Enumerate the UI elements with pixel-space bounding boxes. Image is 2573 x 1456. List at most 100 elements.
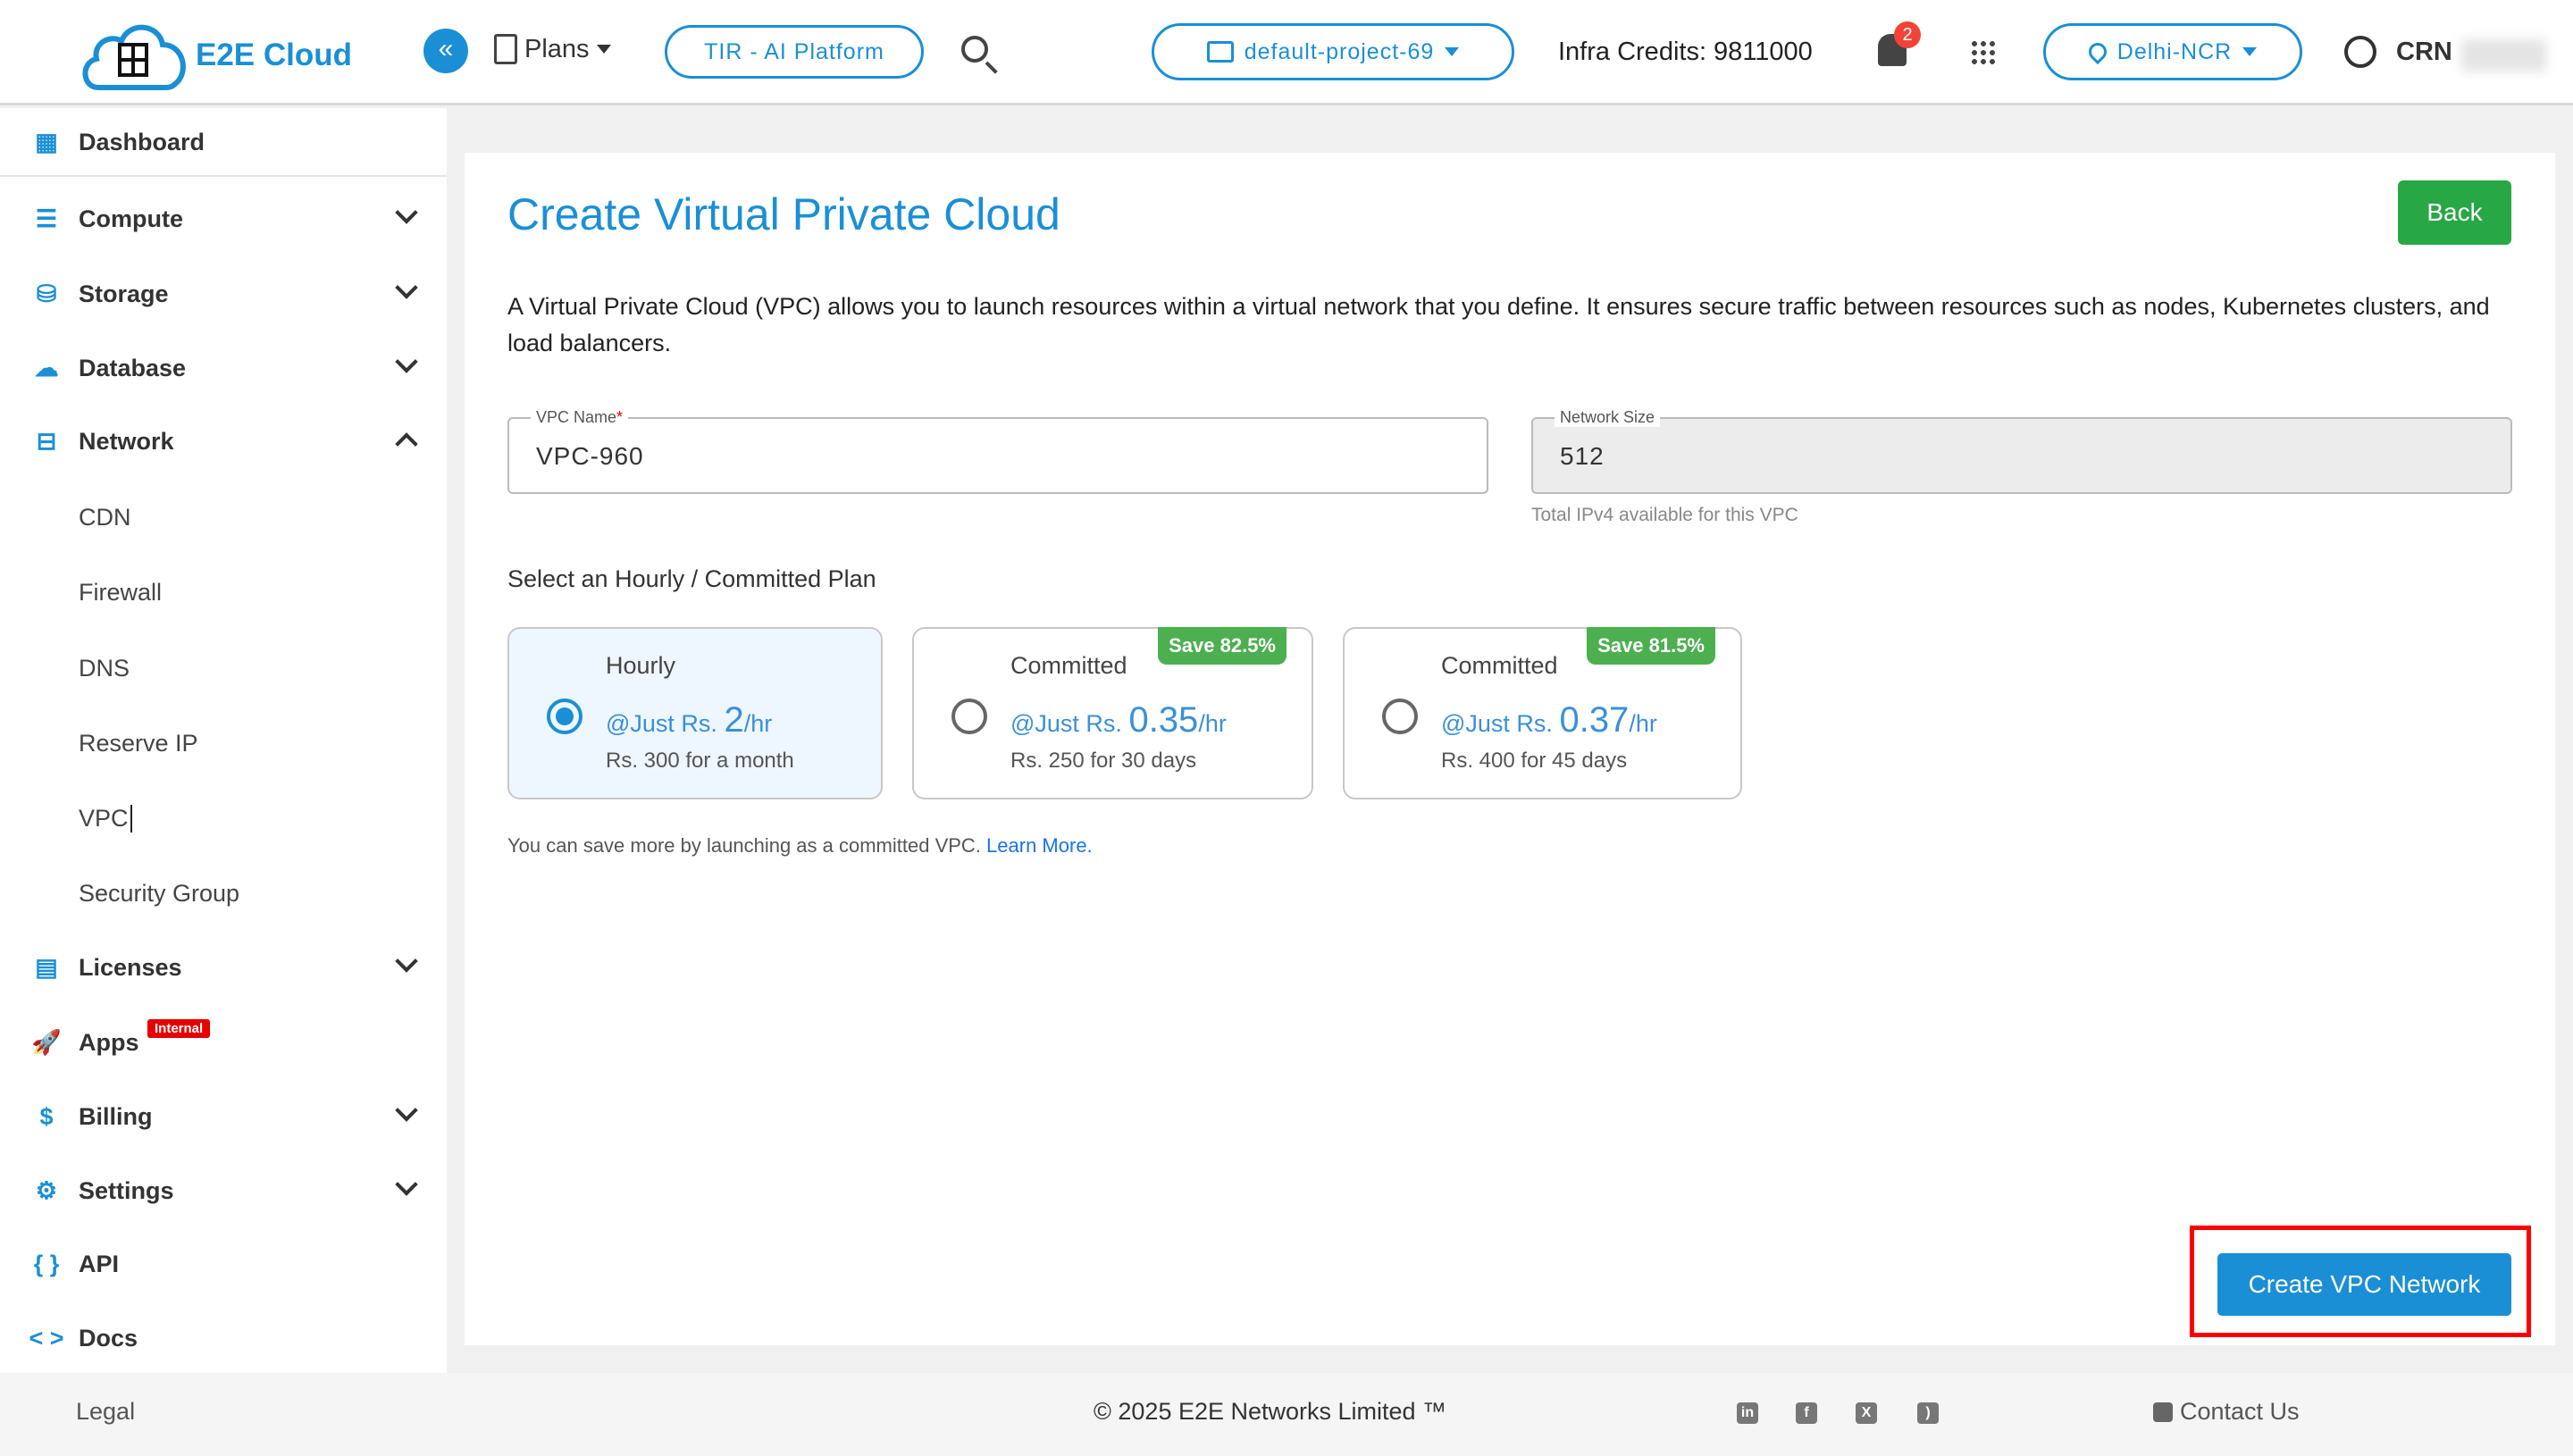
sidebar-item-storage[interactable]: ⛁ Storage (0, 260, 447, 328)
learn-more-link[interactable]: Learn More. (986, 834, 1093, 857)
plan-price: @Just Rs. 2/hr (606, 700, 773, 740)
sidebar-item-compute[interactable]: ☰ Compute (0, 185, 447, 253)
chevron-down-icon (395, 350, 418, 373)
project-name: default-project-69 (1244, 38, 1435, 64)
user-label[interactable]: CRN (2396, 38, 2452, 67)
plan-title: Committed (1441, 652, 1558, 679)
chevron-down-icon (395, 276, 418, 299)
sidebar-subitem-reserve-ip[interactable]: Reserve IP (0, 709, 447, 777)
radio-unselected[interactable] (951, 699, 987, 734)
brand-logo[interactable] (79, 18, 190, 91)
chevron-down-icon (395, 950, 418, 973)
receipt-icon (494, 34, 517, 64)
region-name: Delhi-NCR (2116, 38, 2233, 64)
x-twitter-icon[interactable]: X (1856, 1402, 1877, 1424)
chevron-down-icon (395, 201, 418, 224)
phone-icon (2153, 1402, 2173, 1422)
caret-down-icon (2242, 47, 2258, 56)
sidebar-label: Storage (79, 280, 169, 307)
apps-grid-icon[interactable] (1970, 39, 1997, 66)
caret-down-icon (596, 45, 611, 54)
sidebar-subitem-dns[interactable]: DNS (0, 634, 447, 702)
network-size-field: Network Size 512 (1531, 408, 2512, 494)
sidebar-item-network[interactable]: ⊟ Network (0, 407, 447, 475)
sidebar-item-licenses[interactable]: ▤ Licenses (0, 933, 447, 1001)
create-vpc-network-button[interactable]: Create VPC Network (2217, 1253, 2511, 1316)
save-badge: Save 82.5% (1158, 627, 1286, 665)
sidebar-item-database[interactable]: ☁ Database (0, 334, 447, 402)
contact-us-link[interactable]: Contact Us (2153, 1398, 2300, 1426)
code-icon: < > (29, 1324, 64, 1351)
braces-icon: { } (33, 1250, 60, 1277)
licenses-icon: ▤ (35, 953, 58, 981)
billing-icon: $ (39, 1102, 54, 1130)
network-size-label: Network Size (1555, 408, 1661, 427)
plan-title: Hourly (606, 652, 676, 679)
sidebar-subitem-firewall[interactable]: Firewall (0, 558, 447, 626)
location-pin-icon (2084, 38, 2110, 65)
plan-card-hourly[interactable]: Hourly @Just Rs. 2/hr Rs. 300 for a mont… (507, 627, 883, 799)
rocket-icon: 🚀 (31, 1029, 62, 1056)
sidebar-label: Settings (79, 1176, 174, 1204)
chevron-down-icon (395, 1099, 418, 1122)
radio-selected[interactable] (547, 699, 582, 734)
sidebar-subitem-vpc[interactable]: VPC (0, 784, 447, 852)
plan-price: @Just Rs. 0.37/hr (1441, 700, 1657, 740)
sidebar-label: Compute (79, 205, 183, 232)
database-icon: ☁ (34, 354, 59, 381)
search-icon[interactable] (961, 36, 998, 74)
redacted-user-id (2461, 39, 2546, 71)
caret-down-icon (1445, 47, 1460, 56)
contact-us-label: Contact Us (2180, 1398, 2300, 1425)
plans-label: Plans (524, 34, 590, 63)
note-text: You can save more by launching as a comm… (507, 834, 981, 857)
plan-heading: Select an Hourly / Committed Plan (507, 565, 876, 592)
sidebar-item-dashboard[interactable]: ▦ Dashboard (0, 109, 447, 177)
plan-card-committed-30[interactable]: Save 82.5% Committed @Just Rs. 0.35/hr R… (912, 627, 1313, 799)
sidebar-label: Docs (79, 1324, 138, 1351)
sidebar-item-apps[interactable]: 🚀 Apps Internal (0, 1008, 447, 1076)
tir-platform-button[interactable]: TIR - AI Platform (665, 25, 924, 79)
save-badge: Save 81.5% (1587, 627, 1715, 665)
plans-menu[interactable]: Plans (494, 34, 611, 64)
brand-name: E2E Cloud (196, 38, 353, 72)
sidebar-label: Reserve IP (79, 729, 198, 757)
page-description: A Virtual Private Cloud (VPC) allows you… (507, 293, 2490, 356)
internal-badge: Internal (147, 1019, 211, 1038)
sidebar-subitem-cdn[interactable]: CDN (0, 483, 447, 551)
sidebar-subitem-security-group[interactable]: Security Group (0, 859, 447, 927)
facebook-icon[interactable]: f (1796, 1402, 1817, 1424)
network-icon: ⊟ (36, 427, 57, 455)
linkedin-icon[interactable]: in (1737, 1402, 1758, 1424)
user-account-icon[interactable] (2344, 36, 2376, 68)
sidebar-item-docs[interactable]: < > Docs (0, 1304, 447, 1372)
legal-link[interactable]: Legal (76, 1398, 135, 1426)
storage-icon: ⛁ (36, 280, 57, 307)
sidebar-label: Database (79, 354, 187, 381)
sidebar: ▦ Dashboard ☰ Compute ⛁ Storage ☁ Database ⊟… (0, 108, 447, 1373)
sidebar-label: Dashboard (79, 128, 205, 155)
radio-unselected[interactable] (1382, 699, 1418, 734)
infra-credits: Infra Credits: 9811000 (1558, 38, 1813, 66)
sidebar-label: CDN (79, 503, 131, 531)
sidebar-item-api[interactable]: { } API (0, 1230, 447, 1298)
project-selector[interactable]: default-project-69 (1152, 23, 1514, 80)
vpc-name-field[interactable]: VPC Name* VPC-960 (507, 408, 1488, 494)
chevron-up-icon (395, 432, 418, 456)
rss-icon[interactable]: ) (1917, 1402, 1939, 1424)
region-selector[interactable]: Delhi-NCR (2043, 23, 2302, 80)
sidebar-item-billing[interactable]: $ Billing (0, 1083, 447, 1151)
plan-detail: Rs. 250 for 30 days (1010, 749, 1197, 773)
plan-price: @Just Rs. 0.35/hr (1010, 700, 1227, 740)
sidebar-label: API (79, 1250, 120, 1277)
vpc-name-label: VPC Name* (531, 408, 629, 427)
sidebar-label: Firewall (79, 578, 163, 606)
collapse-sidebar-button[interactable]: « (423, 29, 468, 73)
sidebar-item-settings[interactable]: ⚙ Settings (0, 1157, 447, 1225)
footer: Legal © 2025 E2E Networks Limited ™ in f… (0, 1373, 2573, 1456)
folder-icon (1206, 41, 1234, 63)
top-header: E2E Cloud « Plans TIR - AI Platform defa… (0, 0, 2573, 105)
back-button[interactable]: Back (2398, 180, 2511, 245)
plan-card-committed-45[interactable]: Save 81.5% Committed @Just Rs. 0.37/hr R… (1343, 627, 1742, 799)
sidebar-label: Apps (79, 1028, 139, 1056)
